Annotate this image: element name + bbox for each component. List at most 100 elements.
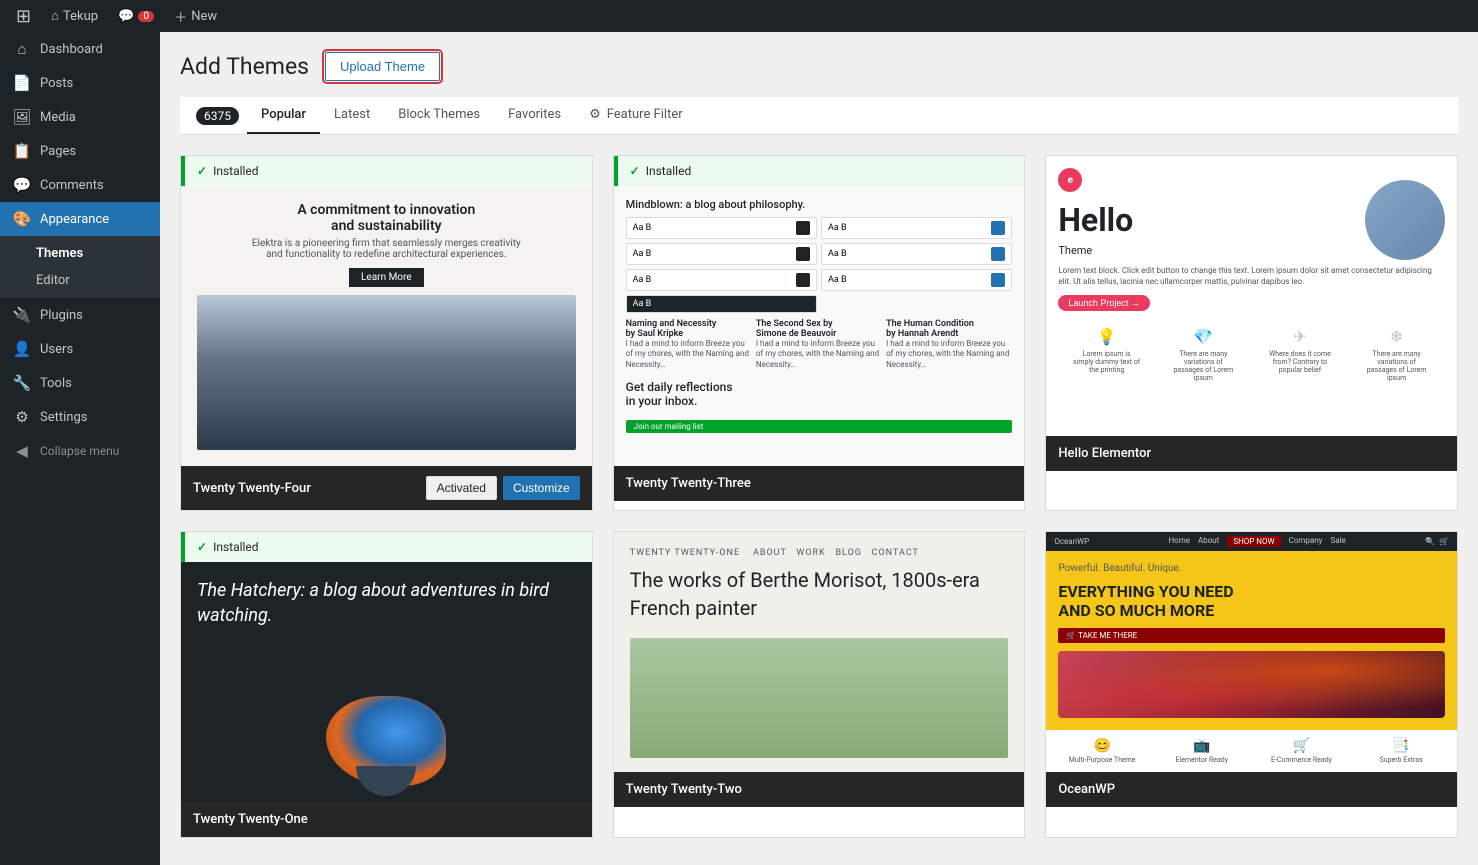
ttf-body: Elektra is a pioneering firm that seamle… xyxy=(197,238,576,260)
theme-count-badge[interactable]: 6375 xyxy=(196,107,239,125)
check-icon: ✓ xyxy=(197,164,207,178)
installed-banner: ✓ Installed xyxy=(181,156,592,186)
ttt-newsletter: Get daily reflectionsin your inbox. xyxy=(626,380,1013,408)
theme-card-twenty-twenty-three[interactable]: ✓ Installed Mindblown: a blog about phil… xyxy=(613,155,1026,511)
adminbar-comments-link[interactable]: 💬 0 xyxy=(110,0,162,32)
tab-block-themes[interactable]: Block Themes xyxy=(384,97,494,134)
plugins-icon: 🔌 xyxy=(12,306,32,324)
sidebar-item-dashboard[interactable]: ⌂ Dashboard xyxy=(0,32,160,66)
theme-footer-2: Twenty Twenty-Three xyxy=(614,466,1025,501)
he-icon-1: 💡 Lorem ipsum is simply dummy text of th… xyxy=(1072,327,1142,382)
he-launch-btn[interactable]: Launch Project → xyxy=(1058,295,1150,311)
sidebar-item-appearance[interactable]: 🎨 Appearance xyxy=(0,202,160,236)
customize-button[interactable]: Customize xyxy=(503,476,580,500)
sidebar-item-editor[interactable]: Editor xyxy=(0,267,160,294)
send-icon: ✈ xyxy=(1293,327,1306,346)
installed-label: Installed xyxy=(213,164,259,178)
adminbar-new-link[interactable]: ＋ New xyxy=(166,0,225,32)
sidebar-comments-icon: 💬 xyxy=(12,176,32,194)
theme-name: Twenty Twenty-Four xyxy=(193,481,311,496)
cart-icon: 🛒 xyxy=(1293,738,1310,754)
hatchery-bird-image xyxy=(197,644,576,786)
theme-card-twenty-twenty-two[interactable]: TWENTY TWENTY-ONE ABOUT WORK BLOG CONTAC… xyxy=(613,531,1026,838)
theme-footer-4: Twenty Twenty-One xyxy=(181,802,592,837)
hatchery-title: The Hatchery: a blog about adventures in… xyxy=(197,578,576,628)
page-header: Add Themes Upload Theme xyxy=(180,52,1458,81)
theme-actions: Activated Customize xyxy=(426,476,580,500)
theme-name-4: Twenty Twenty-One xyxy=(193,812,308,827)
ttf-learn-btn: Learn More xyxy=(349,268,424,287)
comments-badge: 0 xyxy=(138,11,154,22)
lightbulb-icon: 💡 xyxy=(1097,327,1117,346)
installed-banner-4: ✓ Installed xyxy=(181,532,592,562)
sidebar-item-media[interactable]: 🖼 Media xyxy=(0,100,160,134)
theme-preview-6: OceanWP HomeAbout SHOP NOW CompanySale 🔍… xyxy=(1046,532,1457,772)
sidebar-item-tools[interactable]: 🔧 Tools xyxy=(0,366,160,400)
theme-preview-2: Mindblown: a blog about philosophy. Aa B… xyxy=(614,186,1025,466)
owp-headline: EVERYTHING YOU NEEDAND SO MUCH MORE xyxy=(1058,582,1445,620)
owp-tagline: Powerful. Beautiful. Unique. xyxy=(1058,563,1445,574)
theme-name-5: Twenty Twenty-Two xyxy=(626,782,742,797)
sidebar-item-users[interactable]: 👤 Users xyxy=(0,332,160,366)
diamond-icon: 💎 xyxy=(1193,327,1213,346)
ttwo-title: The works of Berthe Morisot, 1800s-era F… xyxy=(630,566,1009,622)
theme-card-oceanwp[interactable]: OceanWP HomeAbout SHOP NOW CompanySale 🔍… xyxy=(1045,531,1458,838)
elementor-logo: e xyxy=(1058,168,1082,192)
he-icon-3: ✈ Where does it come from? Contrary to p… xyxy=(1265,327,1335,382)
installed-label-2: Installed xyxy=(646,164,692,178)
extras-icon: 📑 xyxy=(1392,738,1409,754)
wp-logo-icon[interactable]: ⊞ xyxy=(8,0,39,32)
tab-feature-filter[interactable]: ⚙ Feature Filter xyxy=(575,97,697,134)
appearance-submenu: Themes Editor xyxy=(0,236,160,298)
posts-icon: 📄 xyxy=(12,74,32,92)
ttwo-nav: TWENTY TWENTY-ONE ABOUT WORK BLOG CONTAC… xyxy=(630,548,1009,558)
ttwo-image xyxy=(630,638,1009,758)
tab-popular[interactable]: Popular xyxy=(247,97,320,134)
owp-icon-2: 📺 Elementor Ready xyxy=(1154,738,1250,764)
owp-hero-image xyxy=(1058,651,1445,718)
upload-theme-button[interactable]: Upload Theme xyxy=(325,52,440,81)
appearance-icon: 🎨 xyxy=(12,210,32,228)
owp-icon-1: 😊 Multi-Purpose Theme xyxy=(1054,738,1150,764)
collapse-icon: ◀ xyxy=(12,442,32,460)
ttt-columns: Naming and Necessityby Saul Kripke I had… xyxy=(626,319,1013,370)
sidebar: ⌂ Dashboard 📄 Posts 🖼 Media 📋 Pages 💬 Co… xyxy=(0,0,160,865)
ttt-swatch-1: Aa B xyxy=(626,217,817,239)
sidebar-item-plugins[interactable]: 🔌 Plugins xyxy=(0,298,160,332)
main-content: Add Themes Upload Theme 6375 Popular Lat… xyxy=(160,0,1478,865)
theme-name-2: Twenty Twenty-Three xyxy=(626,476,751,491)
adminbar-site-link[interactable]: ⌂ Tekup xyxy=(43,0,106,32)
he-icon-4: ❄ There are many variations of passages … xyxy=(1362,327,1432,382)
theme-footer: Twenty Twenty-Four Activated Customize xyxy=(181,466,592,510)
theme-preview-3: e Hello Theme Lorem text block. Click ed… xyxy=(1046,156,1457,436)
theme-footer-5: Twenty Twenty-Two xyxy=(614,772,1025,807)
check-icon-2: ✓ xyxy=(630,164,640,178)
theme-card-hello-elementor[interactable]: e Hello Theme Lorem text block. Click ed… xyxy=(1045,155,1458,511)
smiley-icon: 😊 xyxy=(1093,738,1110,754)
owp-body: Powerful. Beautiful. Unique. EVERYTHING … xyxy=(1046,551,1457,730)
tab-latest[interactable]: Latest xyxy=(320,97,384,134)
sidebar-item-comments[interactable]: 💬 Comments xyxy=(0,168,160,202)
ttt-palette: Aa B Aa B Aa B Aa B xyxy=(626,217,1013,313)
theme-preview: A commitment to innovationand sustainabi… xyxy=(181,186,592,466)
collapse-menu[interactable]: ◀ Collapse menu xyxy=(0,434,160,468)
tools-icon: 🔧 xyxy=(12,374,32,392)
sidebar-item-posts[interactable]: 📄 Posts xyxy=(0,66,160,100)
theme-card-twenty-twenty-four[interactable]: ✓ Installed A commitment to innovationan… xyxy=(180,155,593,511)
ttt-email-badge: Join our mailing list xyxy=(626,420,1013,433)
installed-label-4: Installed xyxy=(213,540,259,554)
theme-preview-5: TWENTY TWENTY-ONE ABOUT WORK BLOG CONTAC… xyxy=(614,532,1025,772)
sidebar-item-settings[interactable]: ⚙ Settings xyxy=(0,400,160,434)
sidebar-item-pages[interactable]: 📋 Pages xyxy=(0,134,160,168)
ttf-heading: A commitment to innovationand sustainabi… xyxy=(197,202,576,234)
ttt-swatch-3: Aa B xyxy=(626,243,817,265)
installed-banner-2: ✓ Installed xyxy=(614,156,1025,186)
he-icon-2: 💎 There are many variations of passages … xyxy=(1168,327,1238,382)
owp-cta-btn: 🛒 TAKE ME THERE xyxy=(1058,628,1445,643)
page-title: Add Themes xyxy=(180,53,309,80)
theme-card-twenty-twenty-one[interactable]: ✓ Installed The Hatchery: a blog about a… xyxy=(180,531,593,838)
tab-favorites[interactable]: Favorites xyxy=(494,97,575,134)
sidebar-item-themes[interactable]: Themes xyxy=(0,240,160,267)
activated-button[interactable]: Activated xyxy=(426,476,497,500)
ttt-swatch-7: Aa B xyxy=(626,295,817,313)
